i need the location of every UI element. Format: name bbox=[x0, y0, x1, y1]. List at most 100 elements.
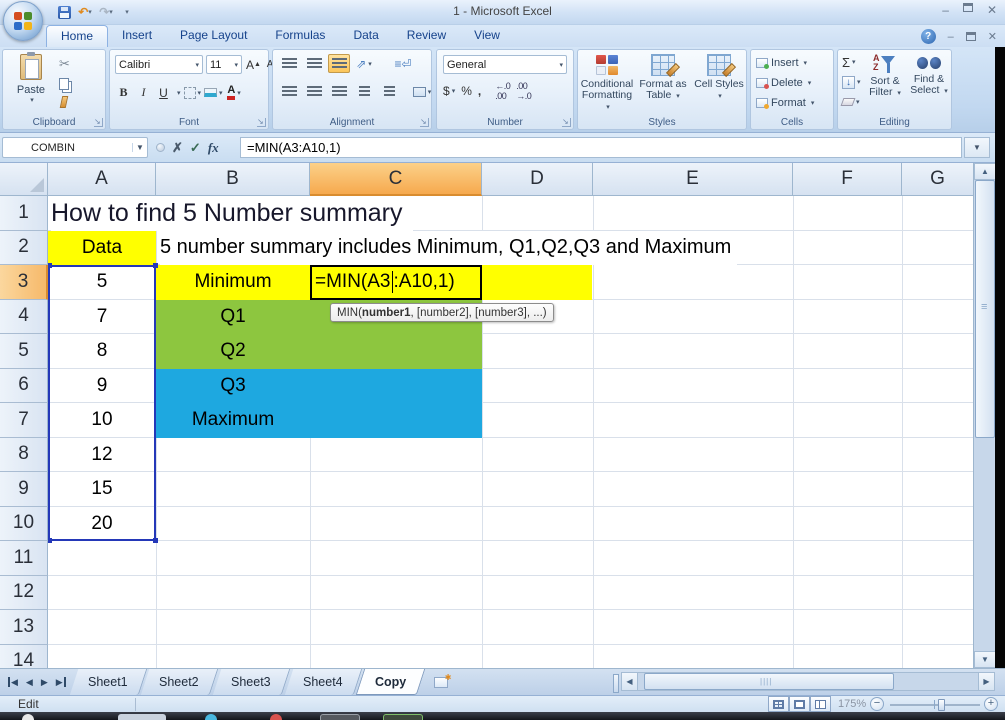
row-header-11[interactable]: 11 bbox=[0, 541, 48, 576]
workbook-restore-button[interactable] bbox=[965, 32, 976, 41]
font-dialog-launcher[interactable]: ↘ bbox=[257, 118, 266, 127]
increase-indent-button[interactable] bbox=[378, 82, 400, 101]
cut-button[interactable]: ✂ bbox=[59, 56, 70, 72]
fill-button[interactable]: ↓ ▾ bbox=[842, 74, 861, 90]
column-header-f[interactable]: F bbox=[793, 163, 902, 196]
percent-style-button[interactable]: % bbox=[461, 84, 472, 98]
column-header-d[interactable]: D bbox=[482, 163, 593, 196]
clipboard-dialog-launcher[interactable]: ↘ bbox=[94, 118, 103, 127]
format-as-table-button[interactable]: Format as Table ▾ bbox=[636, 54, 690, 102]
worksheet-grid[interactable]: How to find 5 Number summary Data 5 numb… bbox=[48, 196, 995, 668]
row-header-5[interactable]: 5 bbox=[0, 334, 48, 369]
row-header-2[interactable]: 2 bbox=[0, 230, 48, 265]
tab-home[interactable]: Home bbox=[46, 25, 109, 47]
zoom-slider-thumb[interactable] bbox=[938, 699, 945, 711]
alignment-dialog-launcher[interactable]: ↘ bbox=[420, 118, 429, 127]
tab-review[interactable]: Review bbox=[393, 25, 460, 47]
decrease-decimal-button[interactable]: .00 →.0 bbox=[516, 81, 532, 101]
row-header-14[interactable]: 14 bbox=[0, 644, 48, 668]
sheet-tab-sheet2[interactable]: Sheet2 bbox=[141, 669, 219, 695]
horizontal-scrollbar[interactable]: ◀ ▶ bbox=[607, 672, 995, 693]
cell-b4-q1[interactable]: Q1 bbox=[156, 300, 310, 335]
taskbar-button[interactable] bbox=[383, 714, 423, 720]
formula-input[interactable]: =MIN(A3:A10,1) bbox=[240, 137, 962, 158]
column-header-c[interactable]: C bbox=[310, 163, 482, 196]
tab-insert[interactable]: Insert bbox=[108, 25, 166, 47]
cell-a1-title[interactable]: How to find 5 Number summary bbox=[51, 196, 413, 231]
scroll-up-button[interactable]: ▲ bbox=[974, 163, 996, 180]
format-painter-button[interactable] bbox=[59, 96, 70, 108]
font-size-combo[interactable]: 11 ▾ bbox=[206, 55, 242, 74]
wrap-text-button[interactable]: ≡⏎ bbox=[392, 54, 414, 73]
increase-decimal-button[interactable]: ←.0.00 bbox=[495, 81, 511, 101]
page-layout-view-button[interactable] bbox=[789, 696, 810, 712]
align-left-button[interactable] bbox=[278, 82, 300, 101]
prev-sheet-button[interactable]: ◀ bbox=[26, 677, 33, 687]
selection-handle[interactable] bbox=[153, 263, 158, 268]
horizontal-scroll-thumb[interactable] bbox=[644, 673, 894, 690]
row-header-9[interactable]: 9 bbox=[0, 472, 48, 507]
taskbar-icon[interactable] bbox=[205, 714, 217, 720]
row-header-10[interactable]: 10 bbox=[0, 506, 48, 541]
sheet-tab-sheet1[interactable]: Sheet1 bbox=[69, 669, 147, 695]
find-select-button[interactable]: Find & Select ▾ bbox=[908, 54, 950, 97]
number-format-combo[interactable]: General ▾ bbox=[443, 55, 567, 74]
column-header-a[interactable]: A bbox=[48, 163, 156, 196]
column-header-b[interactable]: B bbox=[156, 163, 310, 196]
fill-color-button[interactable]: ▾ bbox=[204, 83, 223, 102]
scroll-right-button[interactable]: ▶ bbox=[978, 672, 995, 691]
enter-entry-button[interactable]: ✓ bbox=[190, 140, 201, 156]
row-header-12[interactable]: 12 bbox=[0, 575, 48, 610]
paste-button[interactable]: Paste ▾ bbox=[9, 52, 53, 114]
cancel-entry-button[interactable]: ✗ bbox=[172, 140, 183, 156]
accounting-format-button[interactable]: $ ▾ bbox=[443, 84, 455, 98]
bottom-align-button[interactable] bbox=[328, 54, 350, 73]
comma-style-button[interactable]: , bbox=[478, 84, 481, 98]
office-button[interactable] bbox=[3, 1, 43, 41]
column-header-g[interactable]: G bbox=[902, 163, 973, 196]
delete-cells-button[interactable]: Delete ▾ bbox=[756, 74, 811, 92]
column-header-e[interactable]: E bbox=[593, 163, 793, 196]
vertical-scroll-thumb[interactable] bbox=[975, 180, 995, 438]
normal-view-button[interactable] bbox=[768, 696, 789, 712]
help-button[interactable]: ? bbox=[920, 29, 936, 44]
restore-button[interactable] bbox=[962, 3, 973, 12]
copy-button[interactable] bbox=[59, 78, 70, 90]
insert-function-button[interactable]: fx bbox=[208, 140, 219, 156]
scroll-down-button[interactable]: ▼ bbox=[974, 651, 996, 668]
select-all-button[interactable] bbox=[0, 163, 48, 196]
row-header-3[interactable]: 3 bbox=[0, 265, 48, 300]
row-header-7[interactable]: 7 bbox=[0, 403, 48, 438]
tab-formulas[interactable]: Formulas bbox=[261, 25, 339, 47]
orientation-button[interactable]: ⇗ ▾ bbox=[353, 54, 375, 73]
decrease-indent-button[interactable] bbox=[353, 82, 375, 101]
align-center-button[interactable] bbox=[303, 82, 325, 101]
tab-data[interactable]: Data bbox=[339, 25, 392, 47]
merge-center-button[interactable]: ▾ bbox=[411, 82, 433, 101]
sheet-tab-sheet4[interactable]: Sheet4 bbox=[284, 669, 362, 695]
first-sheet-button[interactable]: ◀ bbox=[8, 677, 18, 687]
minimize-button[interactable]: – bbox=[942, 3, 949, 17]
insert-worksheet-button[interactable] bbox=[424, 669, 458, 695]
close-button[interactable]: ✕ bbox=[987, 3, 997, 17]
tab-page-layout[interactable]: Page Layout bbox=[166, 25, 261, 47]
row-header-6[interactable]: 6 bbox=[0, 368, 48, 403]
selection-handle[interactable] bbox=[48, 538, 52, 543]
next-sheet-button[interactable]: ▶ bbox=[41, 677, 48, 687]
cell-styles-button[interactable]: Cell Styles ▾ bbox=[692, 54, 746, 102]
format-cells-button[interactable]: Format ▾ bbox=[756, 94, 814, 112]
taskbar-icon[interactable] bbox=[90, 714, 102, 720]
sheet-tab-sheet3[interactable]: Sheet3 bbox=[212, 669, 290, 695]
sort-filter-button[interactable]: AZ Sort & Filter ▾ bbox=[864, 54, 906, 99]
cell-b3-minimum[interactable]: Minimum bbox=[156, 265, 310, 300]
conditional-formatting-button[interactable]: Conditional Formatting ▾ bbox=[580, 54, 634, 113]
cell-b7-maximum[interactable]: Maximum bbox=[156, 403, 310, 438]
font-name-combo[interactable]: Calibri ▾ bbox=[115, 55, 203, 74]
sheet-tab-copy[interactable]: Copy bbox=[355, 669, 426, 695]
taskbar-button[interactable] bbox=[320, 714, 360, 720]
zoom-slider-track[interactable] bbox=[890, 704, 980, 706]
grow-font-button[interactable]: A ▲ bbox=[245, 55, 262, 74]
cell-b6-q3[interactable]: Q3 bbox=[156, 369, 310, 404]
tab-view[interactable]: View bbox=[460, 25, 514, 47]
zoom-out-button[interactable]: − bbox=[870, 697, 884, 711]
